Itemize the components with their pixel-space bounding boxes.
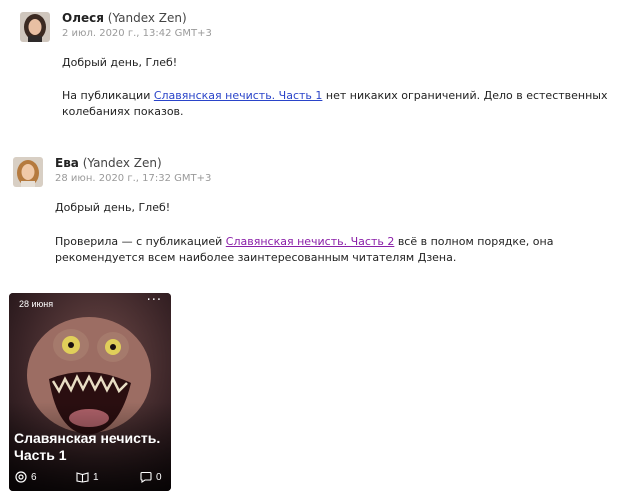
reads-stat: 1 xyxy=(76,471,99,483)
sender-line: Ева (Yandex Zen) xyxy=(55,156,162,170)
sender-org: (Yandex Zen) xyxy=(82,156,162,170)
avatar-eva xyxy=(13,157,43,187)
more-icon[interactable]: ··· xyxy=(147,293,162,308)
message-date: 2 июл. 2020 г., 13:42 GMT+3 xyxy=(62,28,212,39)
sender-name: Ева xyxy=(55,156,79,170)
sender-org: (Yandex Zen) xyxy=(107,11,187,25)
comments-icon xyxy=(140,471,152,483)
card-title[interactable]: Славянская нечисть. Часть 1 xyxy=(14,430,164,464)
message-body: Проверила — с публикацией Славянская неч… xyxy=(55,234,625,266)
avatar-olesya xyxy=(20,12,50,42)
card-date: 28 июня xyxy=(19,299,54,309)
views-icon xyxy=(15,471,27,483)
publication-card[interactable]: 28 июня ··· Славянская нечисть. Часть 1 … xyxy=(9,293,171,491)
sender-line: Олеся (Yandex Zen) xyxy=(62,11,187,25)
message-text-pre: На публикации xyxy=(62,89,154,102)
views-count: 6 xyxy=(31,471,37,483)
message-date: 28 июн. 2020 г., 17:32 GMT+3 xyxy=(55,173,212,184)
comments-count: 0 xyxy=(156,471,162,483)
publication-link[interactable]: Славянская нечисть. Часть 2 xyxy=(226,235,395,248)
views-stat: 6 xyxy=(15,471,37,483)
comments-stat: 0 xyxy=(140,471,162,483)
message-greeting: Добрый день, Глеб! xyxy=(62,56,178,69)
reads-icon xyxy=(76,472,89,483)
message-text-pre: Проверила — с публикацией xyxy=(55,235,226,248)
publication-link[interactable]: Славянская нечисть. Часть 1 xyxy=(154,89,323,102)
message-body: На публикации Славянская нечисть. Часть … xyxy=(62,88,622,120)
reads-count: 1 xyxy=(93,471,99,483)
message-greeting: Добрый день, Глеб! xyxy=(55,201,171,214)
sender-name: Олеся xyxy=(62,11,104,25)
